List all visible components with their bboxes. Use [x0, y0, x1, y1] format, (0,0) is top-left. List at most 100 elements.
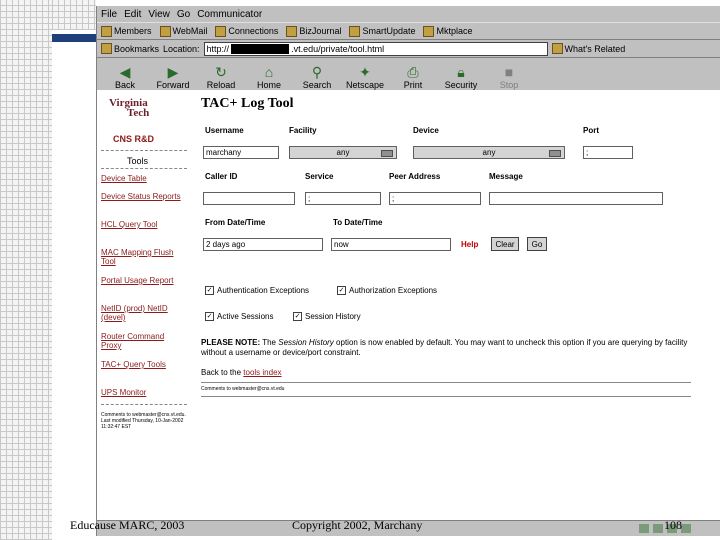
- facility-select[interactable]: any: [289, 146, 397, 159]
- nav-link-ups-monitor[interactable]: UPS Monitor: [101, 388, 181, 397]
- home-icon: ⌂: [264, 64, 274, 80]
- security-button[interactable]: 🔒︎ Security: [439, 64, 483, 92]
- note-text: PLEASE NOTE: The Session History option …: [201, 338, 688, 357]
- username-field[interactable]: marchany: [203, 146, 279, 159]
- go-button[interactable]: Go: [527, 237, 547, 251]
- print-icon: ⎙: [407, 64, 419, 80]
- bookmarks-button[interactable]: Bookmarks: [101, 43, 159, 54]
- menu-bar: File Edit View Go Communicator: [97, 6, 720, 22]
- bookmark-connections[interactable]: Connections: [215, 25, 278, 37]
- slide-accent-bar: [52, 34, 96, 42]
- menu-go[interactable]: Go: [177, 9, 190, 20]
- peer-address-label: Peer Address: [389, 172, 441, 181]
- component-icon[interactable]: [681, 524, 691, 533]
- search-icon: ⚲: [311, 64, 323, 80]
- device-label: Device: [413, 126, 439, 135]
- nav-link-mac-mapping[interactable]: MAC Mapping Flush Tool: [101, 248, 181, 266]
- checkbox-checked-icon: ✓: [337, 286, 346, 295]
- active-sessions-checkbox[interactable]: ✓ Active Sessions: [205, 312, 273, 321]
- slide-footer-left: Educause MARC, 2003: [70, 518, 185, 532]
- related-icon: [551, 43, 563, 54]
- slide-footer-center: Copyright 2002, Marchany: [292, 518, 423, 532]
- whats-related-button[interactable]: What's Related: [551, 43, 625, 54]
- personal-toolbar: Members WebMail Connections BizJournal S…: [97, 22, 720, 40]
- sidebar-divider: [101, 150, 187, 151]
- username-label: Username: [205, 126, 244, 135]
- bookmark-icon: [349, 25, 361, 37]
- sidebar-divider: [101, 168, 187, 169]
- bookmark-smartupdate[interactable]: SmartUpdate: [349, 25, 415, 37]
- bookmark-mktplace[interactable]: Mktplace: [423, 25, 473, 37]
- authz-exceptions-checkbox[interactable]: ✓ Authorization Exceptions: [337, 286, 437, 295]
- url-field[interactable]: http:// .vt.edu/private/tool.html: [203, 41, 548, 56]
- component-icon[interactable]: [653, 524, 663, 533]
- forward-arrow-icon: ▶: [167, 64, 179, 80]
- stop-icon: ■: [504, 64, 514, 80]
- from-datetime-label: From Date/Time: [205, 218, 266, 227]
- message-field[interactable]: [489, 192, 663, 205]
- netscape-icon: ✦: [359, 64, 371, 80]
- to-datetime-label: To Date/Time: [333, 218, 383, 227]
- nav-link-router-proxy[interactable]: Router Command Proxy: [101, 332, 181, 350]
- bookmark-webmail[interactable]: WebMail: [159, 25, 207, 37]
- bookmark-members[interactable]: Members: [101, 25, 152, 37]
- browser-window: File Edit View Go Communicator Members W…: [96, 6, 720, 536]
- back-arrow-icon: ◀: [119, 64, 131, 80]
- nav-link-portal-usage[interactable]: Portal Usage Report: [101, 276, 181, 285]
- menu-file[interactable]: File: [101, 9, 117, 20]
- lock-icon: 🔒︎: [457, 64, 465, 80]
- back-button[interactable]: ◀ Back: [103, 64, 147, 92]
- nav-link-tac-query[interactable]: TAC+ Query Tools: [101, 360, 181, 369]
- bookmark-icon: [286, 25, 298, 37]
- checkbox-checked-icon: ✓: [205, 286, 214, 295]
- checkbox-checked-icon: ✓: [205, 312, 214, 321]
- nav-link-hcl-query[interactable]: HCL Query Tool: [101, 220, 181, 229]
- component-icon[interactable]: [639, 524, 649, 533]
- content-divider: [201, 396, 691, 397]
- page-title: TAC+ Log Tool: [201, 96, 294, 111]
- peer-address-field[interactable]: ;: [389, 192, 481, 205]
- location-label: Location:: [163, 43, 200, 54]
- bookmark-bizjournal[interactable]: BizJournal: [286, 25, 341, 37]
- service-field[interactable]: ;: [305, 192, 381, 205]
- page-content: Virginia Tech CNS R&D Tools Device Table…: [97, 90, 720, 520]
- bookmarks-icon: [101, 43, 112, 54]
- message-label: Message: [489, 172, 523, 181]
- home-button[interactable]: ⌂ Home: [247, 64, 291, 92]
- org-name: CNS R&D: [113, 134, 155, 144]
- nav-link-netid[interactable]: NetID (prod) NetID (devel): [101, 304, 181, 322]
- reload-button[interactable]: ↻ Reload: [199, 64, 243, 92]
- caller-id-field[interactable]: [203, 192, 295, 205]
- navigation-toolbar: ◀ Back ▶ Forward ↻ Reload ⌂ Home ⚲ Search ✦ Ne…: [97, 58, 720, 93]
- menu-edit[interactable]: Edit: [124, 9, 141, 20]
- nav-link-device-status[interactable]: Device Status Reports: [101, 192, 181, 201]
- search-button[interactable]: ⚲ Search: [295, 64, 339, 92]
- bookmark-icon: [101, 25, 112, 37]
- bookmark-icon: [423, 25, 435, 37]
- device-select[interactable]: any: [413, 146, 565, 159]
- nav-link-device-table[interactable]: Device Table: [101, 174, 181, 183]
- help-link[interactable]: Help: [461, 240, 478, 249]
- auth-exceptions-checkbox[interactable]: ✓ Authentication Exceptions: [205, 286, 309, 295]
- session-history-checkbox[interactable]: ✓ Session History: [293, 312, 361, 321]
- netscape-button[interactable]: ✦ Netscape: [343, 64, 387, 92]
- sidebar-fine-print: Comments to webmaster@cns.vt.edu. Last m…: [101, 412, 186, 430]
- tools-index-link[interactable]: tools index: [243, 368, 281, 377]
- reload-icon: ↻: [215, 64, 227, 80]
- to-datetime-field[interactable]: now: [331, 238, 451, 251]
- menu-view[interactable]: View: [148, 9, 170, 20]
- stop-button[interactable]: ■ Stop: [487, 64, 531, 92]
- redacted-host: [231, 43, 290, 54]
- slide-background-pattern-top: [52, 0, 96, 30]
- clear-button[interactable]: Clear: [491, 237, 519, 251]
- page-footer-text: Comments to webmaster@cns.vt.edu: [201, 386, 285, 392]
- from-datetime-field[interactable]: 2 days ago: [203, 238, 323, 251]
- dropdown-arrow-icon: [381, 150, 393, 157]
- bookmark-icon: [159, 25, 171, 37]
- bookmark-icon: [215, 25, 227, 37]
- forward-button[interactable]: ▶ Forward: [151, 64, 195, 92]
- menu-communicator[interactable]: Communicator: [197, 9, 262, 20]
- slide-page-number: 108: [664, 518, 682, 532]
- port-field[interactable]: ;: [583, 146, 633, 159]
- print-button[interactable]: ⎙ Print: [391, 64, 435, 92]
